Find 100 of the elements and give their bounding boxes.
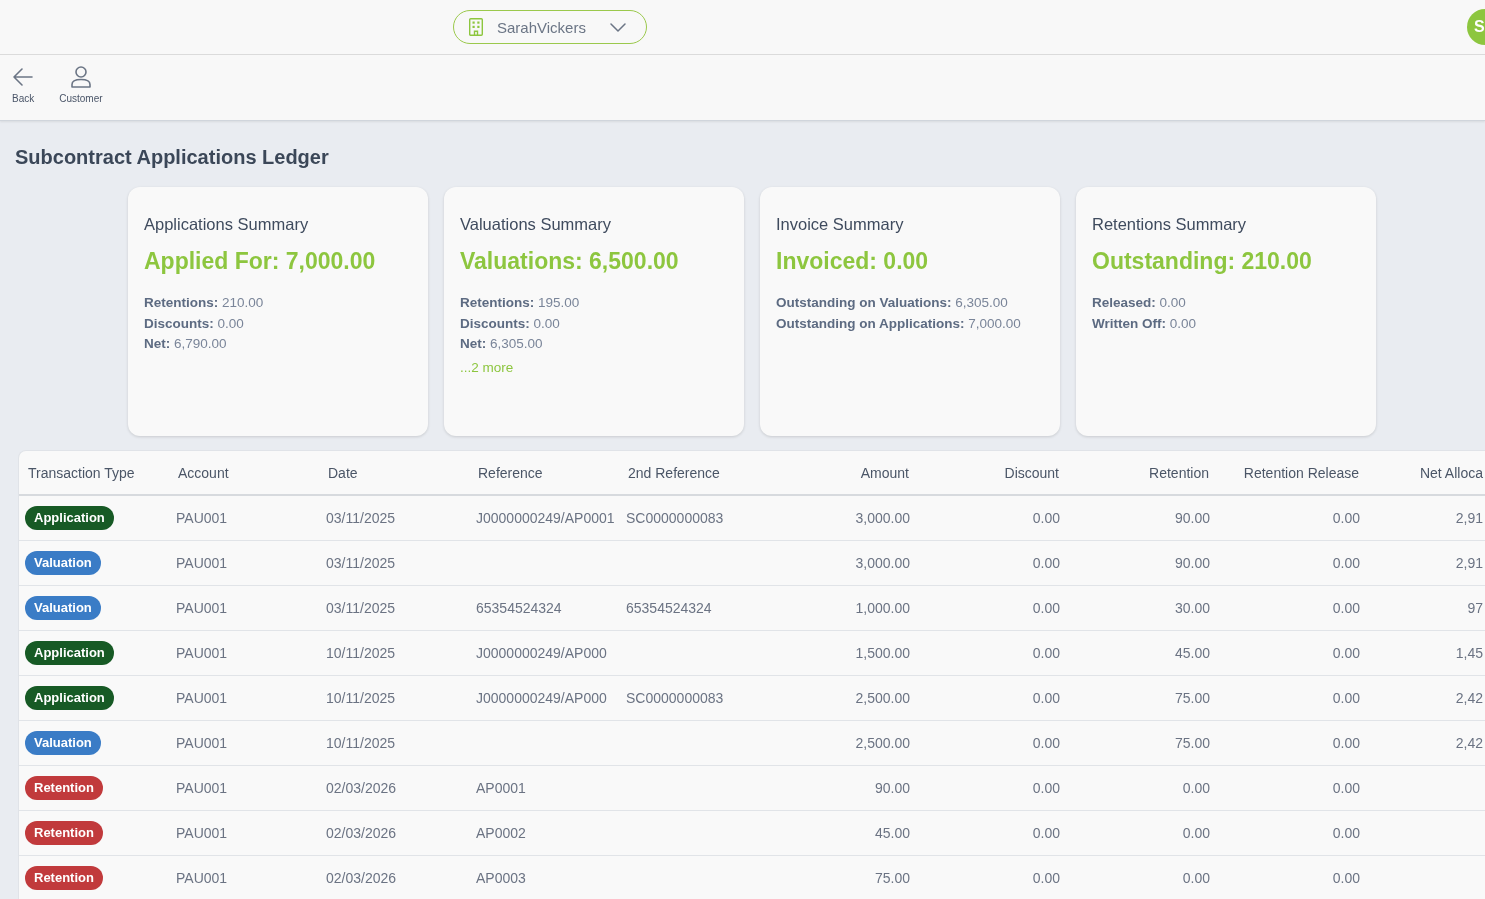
summary-detail: Net: 6,790.00 [144,335,228,353]
retention-release-cell: 0.00 [1332,735,1360,751]
retention-release-cell: 0.00 [1332,645,1360,661]
transaction-type-badge: Application [25,686,114,710]
retention-cell: 45.00 [1174,645,1210,661]
amount-cell: 3,000.00 [855,555,910,571]
second-reference-cell: SC0000000083 [626,510,724,526]
back-button[interactable]: Back [6,64,41,106]
account-cell: PAU001 [176,645,228,661]
column-header: Transaction Type [28,464,135,481]
account-cell: PAU001 [176,510,228,526]
column-header: Retention Release [1243,464,1359,481]
retention-release-cell: 0.00 [1332,510,1360,526]
reference-cell: AP0002 [476,825,526,841]
date-cell: 03/11/2025 [326,510,396,526]
transaction-type-badge: Retention [25,866,103,890]
account-cell: PAU001 [176,555,228,571]
page-title: Subcontract Applications Ledger [15,145,330,169]
transaction-type-badge: Application [25,506,114,530]
back-arrow-icon [12,66,35,88]
amount-cell: 3,000.00 [855,510,910,526]
discount-cell: 0.00 [1032,555,1060,571]
column-header: Retention [1149,464,1209,481]
summary-detail: Discounts: 0.00 [460,314,561,333]
date-cell: 03/11/2025 [326,555,396,571]
amount-cell: 90.00 [874,780,910,796]
summary-detail: Retentions: 195.00 [460,294,581,312]
transaction-type-badge: Valuation [25,596,101,620]
date-cell: 03/11/2025 [326,600,396,616]
summary-detail: Retentions: 210.00 [144,294,265,312]
amount-cell: 2,500.00 [855,690,910,706]
net-allocation-cell: 2,91 [1455,555,1483,571]
card-headline: Applied For: 7,000.00 [144,247,377,275]
reference-cell: J0000000249/AP000 [476,645,607,661]
reference-cell: J0000000249/AP000 [476,690,607,706]
account-cell: PAU001 [176,870,228,886]
retention-cell: 30.00 [1174,600,1210,616]
summary-detail: Written Off: 0.00 [1092,314,1198,333]
column-header: Net Alloca [1419,464,1483,481]
amount-cell: 2,500.00 [855,735,910,751]
account-cell: PAU001 [176,600,228,616]
retention-release-cell: 0.00 [1332,780,1360,796]
retention-cell: 0.00 [1182,825,1210,841]
date-cell: 10/11/2025 [326,735,396,751]
net-allocation-cell: 2,42 [1455,690,1483,706]
discount-cell: 0.00 [1032,645,1060,661]
reference-cell: 65354524324 [476,600,562,616]
retention-release-cell: 0.00 [1332,870,1360,886]
account-cell: PAU001 [176,690,228,706]
discount-cell: 0.00 [1032,870,1060,886]
card-title: Retentions Summary [1092,214,1248,234]
summary-detail: Outstanding on Applications: 7,000.00 [776,314,1022,333]
date-cell: 10/11/2025 [326,690,396,706]
discount-cell: 0.00 [1032,825,1060,841]
retention-cell: 0.00 [1182,780,1210,796]
column-header: Reference [478,464,543,481]
discount-cell: 0.00 [1032,735,1060,751]
net-allocation-cell: 2,91 [1455,510,1483,526]
amount-cell: 1,500.00 [855,645,910,661]
amount-cell: 75.00 [874,870,910,886]
reference-cell: AP0001 [476,780,526,796]
customer-button[interactable]: Customer [53,64,109,106]
summary-detail: Discounts: 0.00 [144,314,245,333]
transaction-type-badge: Retention [25,776,103,800]
summary-detail: Outstanding on Valuations: 6,305.00 [776,294,1009,312]
card-title: Invoice Summary [776,214,905,234]
transaction-type-badge: Retention [25,821,103,845]
account-cell: PAU001 [176,735,228,751]
discount-cell: 0.00 [1032,780,1060,796]
retention-release-cell: 0.00 [1332,825,1360,841]
transaction-type-badge: Valuation [25,551,101,575]
date-cell: 02/03/2026 [326,780,397,796]
discount-cell: 0.00 [1032,690,1060,706]
retention-release-cell: 0.00 [1332,600,1360,616]
discount-cell: 0.00 [1032,510,1060,526]
account-cell: PAU001 [176,825,228,841]
net-allocation-cell: 2,42 [1455,735,1483,751]
reference-cell: AP0003 [476,870,526,886]
amount-cell: 45.00 [874,825,910,841]
second-reference-cell: SC0000000083 [626,690,724,706]
net-allocation-cell: 1,45 [1455,645,1483,661]
account-selector[interactable]: SarahVickers [453,10,647,44]
retention-release-cell: 0.00 [1332,690,1360,706]
card-title: Valuations Summary [460,214,612,234]
column-header: Date [328,464,358,481]
date-cell: 10/11/2025 [326,645,396,661]
transaction-type-badge: Valuation [25,731,101,755]
column-header: 2nd Reference [628,464,720,481]
column-header: Amount [860,464,909,481]
retention-cell: 0.00 [1182,870,1210,886]
person-icon [69,66,92,88]
chevron-down-icon [610,22,626,32]
card-headline: Invoiced: 0.00 [776,247,930,275]
summary-detail: Released: 0.00 [1092,294,1187,312]
date-cell: 02/03/2026 [326,825,397,841]
column-header: Discount [1004,464,1059,481]
retention-release-cell: 0.00 [1332,555,1360,571]
summary-detail: Net: 6,305.00 [460,335,544,353]
discount-cell: 0.00 [1032,600,1060,616]
reference-cell: J0000000249/AP0001 [476,510,615,526]
